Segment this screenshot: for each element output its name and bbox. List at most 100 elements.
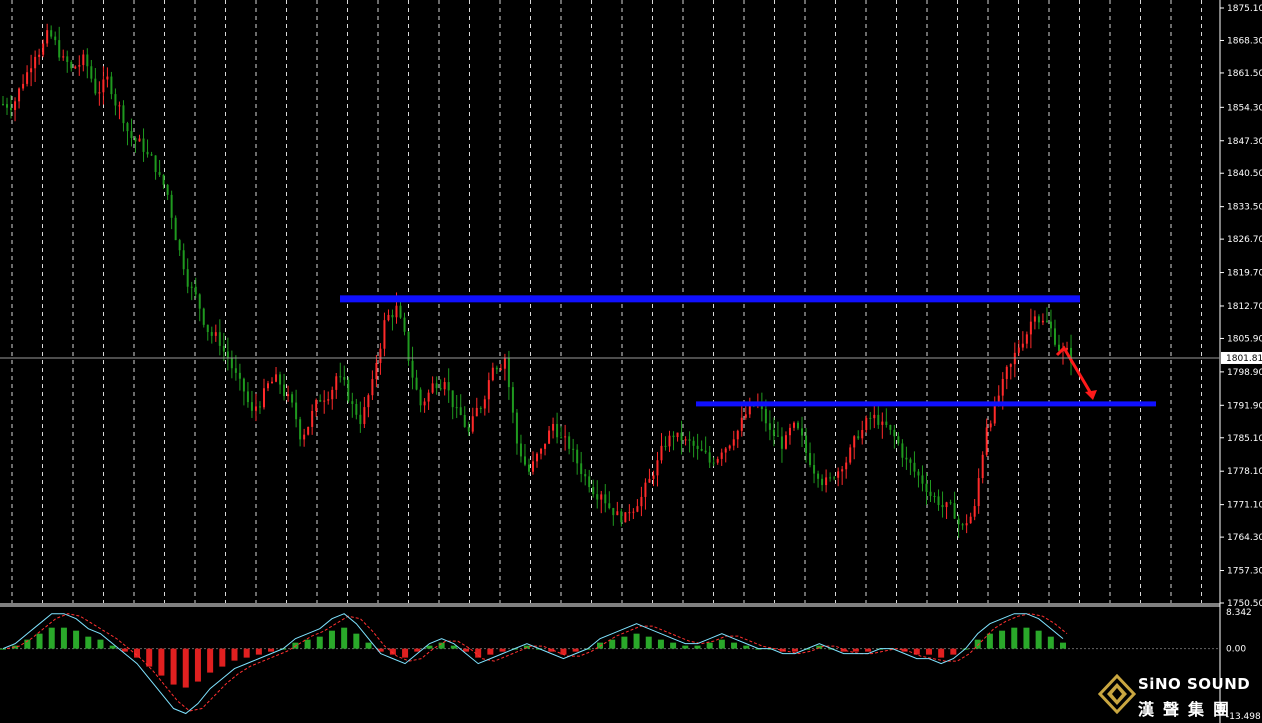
y-tick-label: 1861.50: [1227, 69, 1262, 79]
candle-body: [319, 399, 322, 402]
osc-bar: [852, 648, 859, 652]
candle-body: [644, 482, 647, 497]
candle-body: [532, 461, 534, 472]
candle-body: [933, 495, 936, 497]
candle-body: [592, 487, 595, 495]
candle-body: [379, 348, 382, 363]
candle-body: [676, 432, 679, 438]
osc-bar: [328, 630, 335, 649]
candle-body: [34, 56, 37, 69]
candle-body: [291, 394, 294, 403]
osc-tick-label: 8.342: [1226, 608, 1252, 618]
candle-body: [154, 155, 157, 173]
candle-body: [624, 512, 627, 523]
candle-body: [423, 401, 426, 406]
candle-body: [925, 483, 928, 492]
candle-body: [873, 414, 876, 419]
candle-body: [499, 368, 502, 370]
candle-body: [929, 491, 932, 496]
candle-body: [439, 388, 442, 390]
y-tick-label: 1791.90: [1227, 401, 1262, 411]
candle-body: [540, 448, 543, 454]
y-tick-label: 1854.30: [1227, 103, 1262, 113]
candle-body: [913, 462, 916, 472]
candle-body: [403, 317, 406, 332]
osc-bar: [60, 627, 67, 649]
y-tick-label: 1819.70: [1227, 269, 1262, 279]
candle-body: [427, 392, 430, 402]
candle-body: [704, 450, 707, 453]
osc-bar: [682, 645, 689, 649]
y-tick-label: 1868.30: [1227, 36, 1262, 46]
candle-body: [632, 511, 635, 513]
candle-body: [897, 436, 900, 444]
candle-body: [367, 395, 370, 408]
candle-body: [130, 131, 133, 139]
candle-body: [210, 332, 213, 336]
osc-bar: [731, 642, 738, 649]
candle-body: [483, 399, 486, 409]
osc-bar: [268, 648, 275, 652]
candle-body: [315, 399, 318, 411]
candle-body: [865, 417, 868, 430]
candle-body: [78, 65, 81, 67]
candle-body: [981, 454, 984, 479]
levels: [340, 295, 1156, 407]
candle-body: [339, 376, 342, 378]
candle-body: [363, 407, 366, 425]
osc-bar: [0, 648, 6, 650]
osc-bar: [341, 627, 348, 649]
candle-body: [275, 374, 278, 382]
candle-body: [250, 402, 253, 411]
candle-body: [166, 184, 169, 195]
candle-body: [696, 445, 699, 449]
osc-bar: [999, 630, 1006, 649]
candle-body: [299, 419, 302, 440]
current-price-label: 1801.81: [1226, 354, 1262, 364]
candle-body: [258, 406, 261, 408]
candle-body: [536, 453, 539, 462]
candle-body: [825, 477, 828, 486]
candle-body: [893, 429, 896, 437]
candle-body: [1037, 316, 1040, 323]
candle-body: [170, 194, 173, 218]
candle-body: [222, 345, 225, 352]
candle-body: [463, 415, 466, 427]
candle-body: [331, 389, 334, 400]
osc-bar: [304, 639, 311, 649]
osc-signal-line: [6, 613, 1068, 712]
osc-bar: [243, 648, 250, 658]
candle-body: [969, 516, 972, 524]
candle-body: [1013, 352, 1016, 365]
candle-body: [921, 475, 924, 484]
candle-body: [1041, 320, 1044, 323]
candle-body: [797, 422, 799, 429]
candle-body: [194, 286, 197, 295]
candle-body: [242, 378, 245, 392]
candle-body: [821, 478, 824, 486]
osc-tick-label: 0.00: [1226, 645, 1246, 655]
candle-body: [202, 308, 205, 325]
down-arrow-head: [1085, 390, 1097, 400]
candle-body: [945, 502, 948, 508]
candle-body: [523, 456, 526, 465]
y-tick-label: 1840.50: [1227, 169, 1262, 179]
candle-body: [1005, 366, 1008, 379]
candle-body: [271, 381, 274, 384]
candle-body: [415, 377, 418, 390]
osc-bar: [694, 645, 701, 649]
logo-line2: 漢聲集團: [1138, 700, 1239, 719]
candle-body: [451, 390, 454, 408]
osc-bar: [36, 633, 43, 649]
y-tick-label: 1875.10: [1227, 4, 1262, 14]
osc-bar: [487, 648, 494, 655]
candle-body: [58, 40, 61, 58]
candle-body: [146, 151, 149, 155]
candle-body: [295, 402, 298, 420]
candle-body: [684, 439, 687, 441]
osc-bar: [402, 648, 409, 658]
candle-body: [564, 436, 567, 438]
candle-body: [359, 414, 362, 425]
candle-body: [46, 30, 49, 44]
candle-body: [142, 138, 145, 152]
